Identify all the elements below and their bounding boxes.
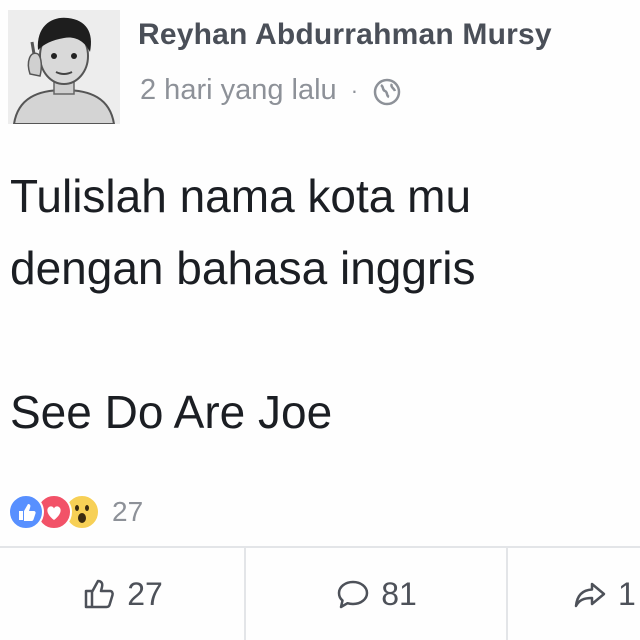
reactions-count: 27 — [112, 496, 144, 527]
post-timestamp[interactable]: 2 hari yang lalu — [140, 74, 337, 107]
post-body-blank-line — [10, 304, 630, 376]
post-body-line: Tulislah nama kota mu — [10, 170, 472, 222]
globe-icon[interactable] — [372, 77, 402, 107]
share-arrow-icon — [574, 582, 606, 608]
author-avatar[interactable] — [8, 10, 120, 124]
facebook-post: Reyhan Abdurrahman Mursy 2 hari yang lal… — [0, 0, 640, 640]
action-bar: 27 81 1 — [0, 548, 640, 640]
author-name[interactable]: Reyhan Abdurrahman Mursy — [138, 18, 552, 52]
meta-separator: · — [350, 77, 359, 103]
avatar-image — [8, 10, 120, 124]
like-count: 27 — [127, 575, 163, 612]
like-button[interactable]: 27 — [0, 548, 244, 640]
post-body-line: See Do Are Joe — [10, 386, 333, 438]
thumbs-up-icon — [84, 579, 115, 609]
share-button[interactable]: 1 — [506, 548, 640, 640]
post-meta: 2 hari yang lalu · — [140, 74, 402, 107]
post-body-line: dengan bahasa inggris — [10, 242, 476, 294]
post-body: Tulislah nama kota mu dengan bahasa ingg… — [10, 160, 630, 448]
comment-icon — [337, 580, 369, 609]
like-reaction-icon — [8, 494, 44, 530]
comment-count: 81 — [381, 575, 417, 612]
reactions-summary[interactable]: 27 — [8, 492, 143, 532]
comment-button[interactable]: 81 — [244, 548, 506, 640]
share-count: 1 — [618, 575, 636, 612]
